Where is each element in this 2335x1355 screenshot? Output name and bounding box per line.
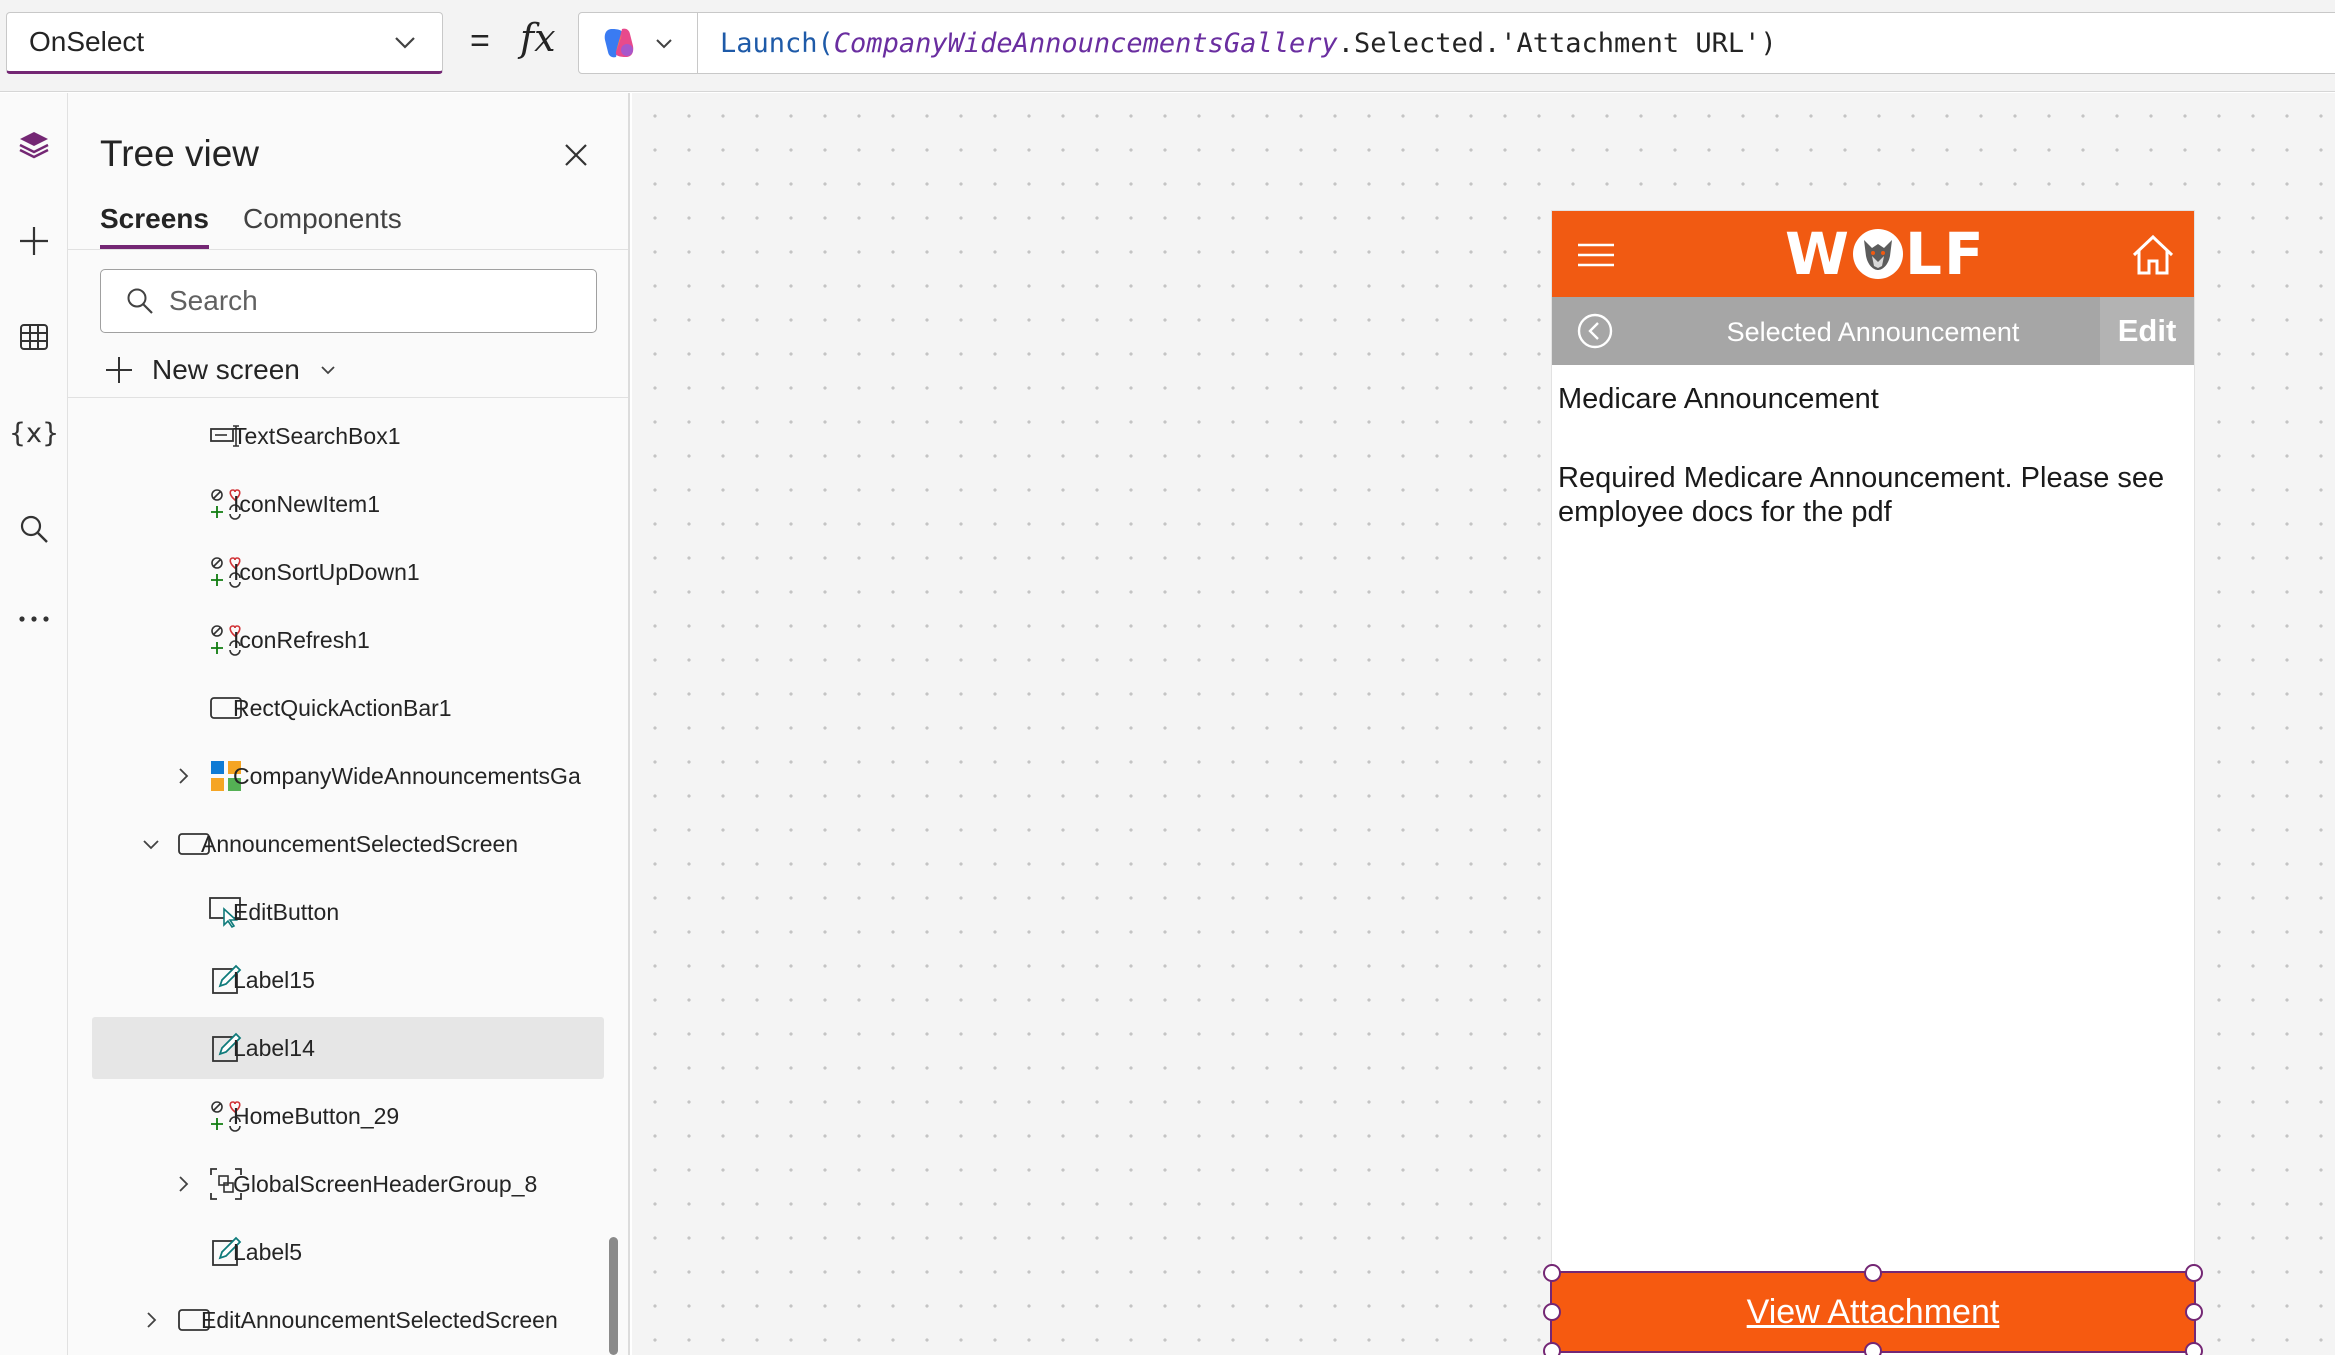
brand-left: W bbox=[1785, 220, 1851, 288]
close-button[interactable] bbox=[556, 135, 596, 175]
plus-icon bbox=[20, 227, 48, 255]
copilot-button[interactable] bbox=[578, 12, 698, 74]
tree-item[interactable]: IconNewItem1 bbox=[92, 473, 604, 535]
rail-variables-button[interactable]: {x} bbox=[0, 403, 68, 463]
resize-handle-top-left[interactable] bbox=[1543, 1264, 1561, 1282]
new-screen-label: New screen bbox=[152, 354, 300, 385]
divider bbox=[68, 249, 628, 250]
rail-more-button[interactable] bbox=[0, 589, 68, 649]
search-icon bbox=[20, 515, 48, 543]
tree-view-panel: Tree view Screens Components Search New … bbox=[68, 93, 630, 1355]
rail-search-button[interactable] bbox=[0, 499, 68, 559]
tree-item-label: Label14 bbox=[233, 1035, 315, 1061]
tree-item-label: IconRefresh1 bbox=[233, 627, 370, 653]
formula-control-ref: CompanyWideAnnouncementsGallery bbox=[833, 27, 1338, 59]
tree-item-label: EditButton bbox=[233, 899, 340, 925]
tree-item[interactable]: EditAnnouncementSelectedScreen bbox=[92, 1289, 604, 1351]
panel-title: Tree view bbox=[100, 133, 260, 174]
divider bbox=[68, 397, 628, 398]
wolf-head-icon bbox=[1852, 229, 1903, 279]
search-icon bbox=[127, 288, 153, 314]
fx-icon[interactable]: fx bbox=[520, 16, 556, 60]
rail-data-button[interactable] bbox=[0, 307, 68, 367]
plus-icon bbox=[106, 357, 132, 383]
tab-screens[interactable]: Screens bbox=[100, 203, 209, 249]
chevron-right-icon[interactable] bbox=[170, 1171, 196, 1197]
table-icon bbox=[20, 324, 48, 350]
edit-button[interactable]: Edit bbox=[2100, 297, 2194, 365]
tree-list: TextSearchBox1 IconNewItem1 IconSortUpDown… bbox=[68, 405, 628, 1355]
app-screen-preview[interactable]: W LF Selected Announcement Edit Medicare… bbox=[1552, 211, 2194, 1355]
more-icon bbox=[19, 616, 49, 622]
tree-item[interactable]: IconRefresh1 bbox=[92, 609, 604, 671]
tree-item[interactable]: TextSearchBox1 bbox=[92, 405, 604, 467]
close-icon bbox=[565, 144, 587, 166]
chevron-down-icon bbox=[321, 366, 335, 375]
tree-item[interactable]: GlobalScreenHeaderGroup_8 bbox=[92, 1153, 604, 1215]
brand-right: LF bbox=[1904, 220, 1986, 288]
copilot-icon bbox=[604, 28, 634, 58]
tree-item[interactable]: CompanyWideAnnouncementsGa bbox=[92, 745, 604, 807]
resize-handle-bottom-left[interactable] bbox=[1543, 1342, 1561, 1355]
formula-function: Launch( bbox=[720, 27, 834, 59]
tree-item[interactable]: RectQuickActionBar1 bbox=[92, 677, 604, 739]
rail-insert-button[interactable] bbox=[0, 211, 68, 271]
tree-item[interactable]: Label5 bbox=[92, 1221, 604, 1283]
tree-item[interactable]: IconSortUpDown1 bbox=[92, 541, 604, 603]
tree-item[interactable]: Label14 bbox=[92, 1017, 604, 1079]
chevron-down-icon[interactable] bbox=[138, 831, 164, 857]
app-subheader: Selected Announcement Edit bbox=[1552, 297, 2194, 365]
view-attachment-button[interactable]: View Attachment bbox=[1550, 1271, 2196, 1353]
property-dropdown[interactable]: OnSelect bbox=[6, 12, 443, 74]
formula-input[interactable]: Launch(CompanyWideAnnouncementsGallery .S… bbox=[697, 12, 2335, 74]
search-input[interactable]: Search bbox=[100, 269, 597, 333]
tree-item-label: CompanyWideAnnouncementsGa bbox=[233, 763, 581, 789]
resize-handle-right[interactable] bbox=[2185, 1303, 2203, 1321]
design-canvas[interactable]: W LF Selected Announcement Edit Medicare… bbox=[632, 93, 2335, 1355]
formula-bar: OnSelect = fx Launch(CompanyWideAnnounce… bbox=[0, 0, 2335, 92]
tree-item-label: HomeButton_29 bbox=[233, 1103, 400, 1129]
resize-handle-left[interactable] bbox=[1543, 1303, 1561, 1321]
new-screen-button[interactable]: New screen bbox=[104, 345, 338, 395]
tree-item[interactable]: HomeButton_29 bbox=[92, 1085, 604, 1147]
tree-item-label: Label5 bbox=[233, 1239, 303, 1265]
tree-item-label: TextSearchBox1 bbox=[233, 423, 401, 449]
tree-item-label: AnnouncementSelectedScreen bbox=[201, 831, 519, 857]
tree-item-label: RectQuickActionBar1 bbox=[233, 695, 452, 721]
left-rail: {x} bbox=[0, 93, 68, 1355]
brand-logo: W LF bbox=[1785, 220, 1986, 288]
announcement-body: Required Medicare Announcement. Please s… bbox=[1558, 462, 2165, 528]
subheader-title: Selected Announcement bbox=[1726, 317, 2020, 347]
search-placeholder: Search bbox=[169, 285, 258, 316]
tree-item-label: IconNewItem1 bbox=[233, 491, 381, 517]
chevron-right-icon[interactable] bbox=[170, 763, 196, 789]
app-header: W LF bbox=[1552, 211, 2194, 297]
tree-item[interactable]: Label15 bbox=[92, 949, 604, 1011]
property-name: OnSelect bbox=[29, 26, 145, 57]
tree-item-label: EditAnnouncementSelectedScreen bbox=[201, 1307, 558, 1333]
hamburger-icon[interactable] bbox=[1576, 241, 1616, 269]
tree-item[interactable]: EditButton bbox=[92, 881, 604, 943]
layers-icon bbox=[19, 132, 49, 159]
resize-handle-bottom[interactable] bbox=[1864, 1342, 1882, 1355]
resize-handle-top[interactable] bbox=[1864, 1264, 1882, 1282]
equals-sign: = bbox=[470, 22, 490, 60]
formula-rest: .Selected.'Attachment URL') bbox=[1337, 27, 1777, 59]
variables-icon: {x} bbox=[8, 417, 60, 449]
announcement-title: Medicare Announcement bbox=[1558, 383, 1879, 415]
tree-tabs: Screens Components bbox=[100, 203, 402, 249]
tree-item-label: IconSortUpDown1 bbox=[233, 559, 420, 585]
rail-tree-view-button[interactable] bbox=[0, 115, 68, 175]
resize-handle-bottom-right[interactable] bbox=[2185, 1342, 2203, 1355]
chevron-right-icon[interactable] bbox=[138, 1307, 164, 1333]
home-icon[interactable] bbox=[2130, 233, 2176, 277]
tree-item-label: Label15 bbox=[233, 967, 315, 993]
chevron-down-icon bbox=[395, 37, 415, 49]
scrollbar[interactable] bbox=[609, 1237, 618, 1355]
chevron-down-icon bbox=[656, 39, 672, 49]
tab-components[interactable]: Components bbox=[243, 203, 402, 249]
tree-item[interactable]: AnnouncementSelectedScreen bbox=[92, 813, 604, 875]
tree-item-label: GlobalScreenHeaderGroup_8 bbox=[233, 1171, 538, 1197]
resize-handle-top-right[interactable] bbox=[2185, 1264, 2203, 1282]
